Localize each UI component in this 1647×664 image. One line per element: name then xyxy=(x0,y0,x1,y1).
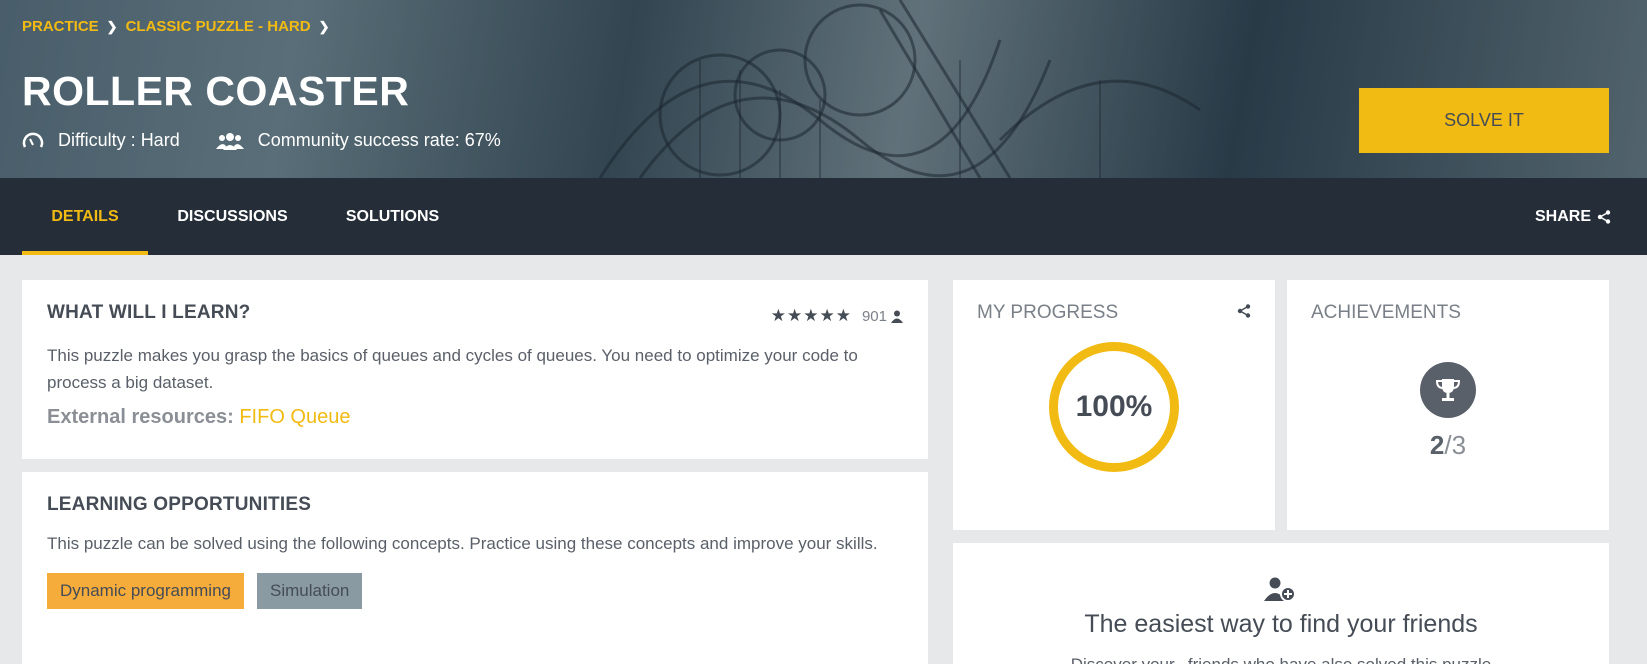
rating: ★★★★★ 901 xyxy=(771,306,903,326)
share-label: SHARE xyxy=(1534,207,1591,225)
learn-description: This puzzle makes you grasp the basics o… xyxy=(47,346,858,392)
trophy-icon[interactable] xyxy=(1420,362,1476,418)
learning-opportunities-card: LEARNING OPPORTUNITIES This puzzle can b… xyxy=(22,472,928,664)
star-icon[interactable]: ★★★★★ xyxy=(771,306,852,326)
share-icon xyxy=(1597,209,1611,224)
user-icon xyxy=(891,310,903,323)
users-icon xyxy=(215,132,244,150)
puzzle-meta: Difficulty : Hard Community success rate… xyxy=(22,130,537,151)
solve-it-button[interactable]: SOLVE IT xyxy=(1359,88,1609,153)
tab-solutions[interactable]: SOLUTIONS xyxy=(330,178,455,255)
tag-simulation[interactable]: Simulation xyxy=(257,573,363,609)
progress-label: MY PROGRESS xyxy=(977,302,1119,323)
progress-value: 100% xyxy=(1075,390,1153,423)
share-icon[interactable] xyxy=(1237,304,1251,318)
concept-tags: Dynamic programming Simulation xyxy=(47,573,903,609)
achievements-label: ACHIEVEMENTS xyxy=(1311,302,1461,323)
rating-count: 901 xyxy=(861,307,887,325)
achievements-card: ACHIEVEMENTS 2/3 xyxy=(1287,280,1609,530)
success-rate-text: Community success rate: 67% xyxy=(257,130,501,150)
resources-label: External resources: xyxy=(47,406,234,428)
chevron-right-icon: ❯ xyxy=(318,18,330,34)
my-progress-card: MY PROGRESS 100% xyxy=(953,280,1275,530)
achievements-total: /3 xyxy=(1444,430,1467,460)
tag-dynamic-programming[interactable]: Dynamic programming xyxy=(47,573,244,609)
difficulty-info: Difficulty : Hard xyxy=(22,130,180,151)
success-rate-info: Community success rate: 67% xyxy=(215,130,501,151)
breadcrumb-classic-puzzle-hard[interactable]: CLASSIC PUZZLE - HARD xyxy=(126,18,311,35)
achievements-earned: 2 xyxy=(1429,430,1445,460)
opportunities-heading: LEARNING OPPORTUNITIES xyxy=(47,494,312,515)
external-resources: External resources: FIFO Queue xyxy=(47,406,903,429)
tab-bar: DETAILS DISCUSSIONS SOLUTIONS SHARE xyxy=(0,178,1647,255)
difficulty-text: Difficulty : Hard xyxy=(58,130,180,150)
friends-heading: The easiest way to find your friends xyxy=(1084,610,1478,638)
opportunities-description: This puzzle can be solved using the foll… xyxy=(47,534,878,553)
share-button[interactable]: SHARE xyxy=(1535,178,1611,255)
find-friends-card: The easiest way to find your friends Dis… xyxy=(953,543,1609,664)
achievement-count: 2/3 xyxy=(1287,430,1609,461)
tab-discussions[interactable]: DISCUSSIONS xyxy=(165,178,300,255)
page-title: ROLLER COASTER xyxy=(22,68,410,114)
chevron-right-icon: ❯ xyxy=(106,18,118,34)
tab-details[interactable]: DETAILS xyxy=(22,178,148,255)
progress-ring: 100% xyxy=(1049,342,1179,472)
fifo-queue-link[interactable]: FIFO Queue xyxy=(239,406,350,428)
breadcrumb-practice[interactable]: PRACTICE xyxy=(22,18,99,35)
breadcrumb: PRACTICE ❯ CLASSIC PUZZLE - HARD ❯ xyxy=(22,18,329,35)
gauge-icon xyxy=(22,132,44,148)
what-will-i-learn-card: WHAT WILL I LEARN? ★★★★★ 901 This puzzle… xyxy=(22,280,928,459)
add-user-icon[interactable] xyxy=(1264,577,1296,603)
friends-subtext: Discover your...friends who have also so… xyxy=(953,655,1609,664)
